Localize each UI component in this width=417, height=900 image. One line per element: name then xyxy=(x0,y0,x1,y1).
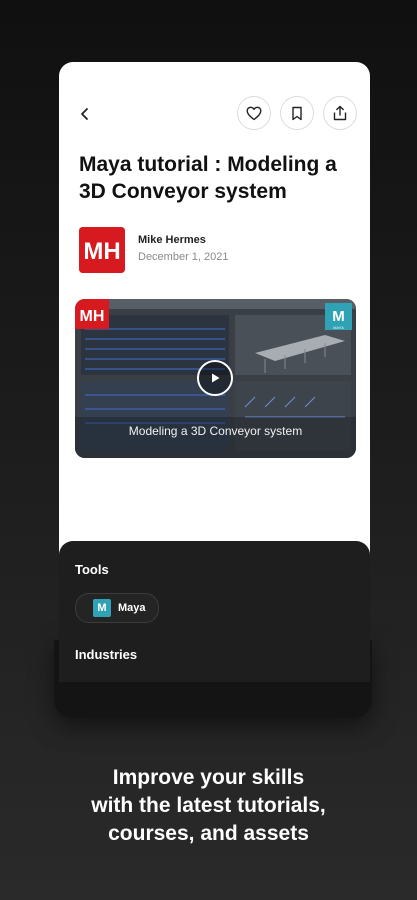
svg-text:MAYA: MAYA xyxy=(333,325,344,330)
favorite-button[interactable] xyxy=(237,96,271,130)
top-bar xyxy=(59,96,370,132)
share-button[interactable] xyxy=(323,96,357,130)
tagline-line-3: courses, and assets xyxy=(108,822,309,845)
promo-tagline: Improve your skills with the latest tuto… xyxy=(0,764,417,848)
chevron-left-icon xyxy=(81,108,88,120)
mh-logo: MH xyxy=(79,227,125,273)
tool-chip-maya[interactable]: M Maya xyxy=(75,593,159,623)
heart-icon xyxy=(246,106,262,120)
author-name[interactable]: Mike Hermes xyxy=(138,234,206,246)
play-button[interactable] xyxy=(197,360,233,396)
share-icon xyxy=(333,105,347,121)
tool-chip-label: Maya xyxy=(118,602,146,614)
back-button[interactable] xyxy=(73,102,97,126)
article-title: Maya tutorial : Modeling a 3D Conveyor s… xyxy=(79,153,337,203)
bookmark-icon xyxy=(292,106,302,120)
video-thumbnail[interactable]: MH M MAYA Modeling a 3D Conveyor system xyxy=(75,299,356,458)
author-avatar: MH xyxy=(79,227,125,273)
tagline-line-2: with the latest tutorials, xyxy=(91,794,326,817)
svg-text:MH: MH xyxy=(83,238,120,265)
play-icon xyxy=(212,373,220,383)
svg-text:M: M xyxy=(332,308,345,325)
details-sheet: Tools M Maya Industries xyxy=(59,541,370,682)
industries-heading: Industries xyxy=(75,647,138,662)
publish-date: December 1, 2021 xyxy=(138,251,229,263)
bookmark-button[interactable] xyxy=(280,96,314,130)
tools-heading: Tools xyxy=(75,562,109,577)
author-block[interactable]: MH Mike Hermes December 1, 2021 xyxy=(79,227,359,273)
svg-text:MH: MH xyxy=(80,308,105,325)
tagline-line-1: Improve your skills xyxy=(112,766,305,789)
video-caption: Modeling a 3D Conveyor system xyxy=(128,424,303,438)
maya-icon: M xyxy=(93,599,111,617)
